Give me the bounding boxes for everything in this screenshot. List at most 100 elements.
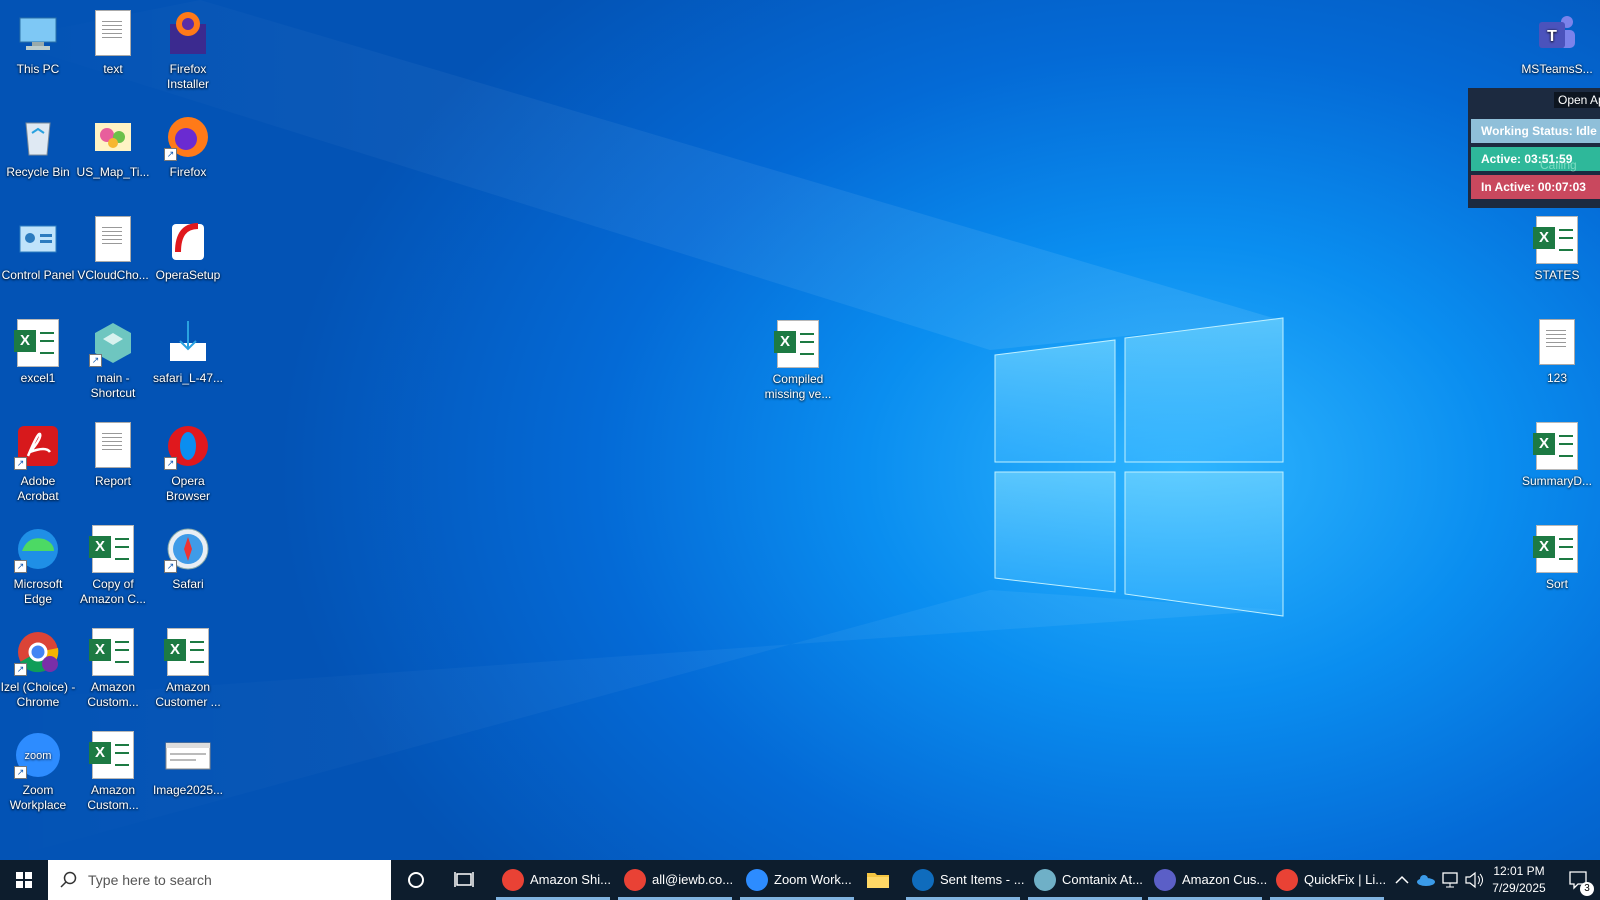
desktop-icon-izel-chrome[interactable]: ↗ Izel (Choice) - Chrome (0, 622, 76, 710)
desktop-icon-compiled-missing[interactable]: X Compiled missing ve... (760, 314, 836, 402)
desktop-icon-copy-of-amazon[interactable]: X Copy of Amazon C... (75, 519, 151, 607)
excel-file-icon: X (1533, 216, 1578, 264)
open-app-tooltip[interactable]: Open Ap (1554, 92, 1600, 108)
app-icon (1034, 869, 1056, 891)
taskbar-app-comtanix[interactable]: Comtanix At... (1028, 860, 1143, 900)
desktop-icon-excel1[interactable]: Xexcel1 (0, 313, 76, 386)
desktop-icon-report[interactable]: Report (75, 416, 151, 489)
icon-label: text (103, 62, 123, 76)
teams-icon: T (1539, 16, 1575, 48)
shortcut-arrow-icon: ↗ (89, 354, 102, 367)
desktop-icon-amazon-custom-1[interactable]: X Amazon Custom... (75, 622, 151, 710)
icon-label: main - Shortcut (90, 371, 136, 400)
onedrive-tray[interactable] (1414, 860, 1438, 900)
show-hidden-icons-button[interactable] (1390, 860, 1414, 900)
icon-label: SummaryD... (1521, 474, 1592, 488)
control-panel-icon (19, 225, 57, 253)
shortcut-arrow-icon: ↗ (14, 766, 27, 779)
app-label: QuickFix | Li... (1304, 872, 1387, 887)
clock[interactable]: 12:01 PM 7/29/2025 (1488, 860, 1550, 900)
desktop-icon-text[interactable]: text (75, 4, 151, 77)
firefox-installer-icon (170, 12, 206, 54)
icon-label: This PC (16, 62, 60, 76)
desktop-icon-sort[interactable]: X Sort (1519, 519, 1595, 592)
desktop-icon-file-123[interactable]: 123 (1519, 313, 1595, 386)
app-label: Sent Items - ... (940, 872, 1025, 887)
excel-file-icon: X (164, 628, 209, 676)
desktop-icon-safari-l[interactable]: safari_L-47... (150, 313, 226, 386)
volume-tray[interactable] (1462, 860, 1486, 900)
desktop-icon-amazon-custom-2[interactable]: X Amazon Custom... (75, 725, 151, 813)
chevron-up-icon (1395, 875, 1409, 884)
file-explorer-button[interactable] (858, 860, 898, 900)
icon-label: Sort (1545, 577, 1568, 591)
excel-file-icon: X (774, 320, 819, 368)
desktop-icon-us-map[interactable]: US_Map_Ti... (75, 107, 151, 180)
text-file-icon (1539, 319, 1575, 365)
desktop-icon-safari[interactable]: ↗ Safari (150, 519, 226, 592)
app-icon (624, 869, 646, 891)
icon-label: Amazon Customer ... (155, 680, 221, 709)
icon-label: Firefox Installer (166, 62, 210, 91)
desktop-icon-opera-browser[interactable]: ↗ Opera Browser (150, 416, 226, 504)
taskbar-app-sent-items[interactable]: Sent Items - ... (906, 860, 1025, 900)
network-monitor-icon (1442, 872, 1458, 888)
windows-logo-icon (16, 872, 32, 888)
excel-file-icon: X (89, 731, 134, 779)
desktop-icon-states[interactable]: X STATES (1519, 210, 1595, 283)
notification-icon (1569, 871, 1587, 890)
svg-text:T: T (1547, 28, 1557, 45)
desktop-icon-firefox-installer[interactable]: Firefox Installer (150, 4, 226, 92)
desktop-icon-vcloud[interactable]: VCloudCho... (75, 210, 151, 283)
taskbar-app-all-iewb[interactable]: all@iewb.co... (618, 860, 733, 900)
icon-label: Compiled missing ve... (764, 372, 832, 401)
taskbar-app-quickfix[interactable]: QuickFix | Li... (1270, 860, 1387, 900)
cortana-button[interactable] (392, 860, 440, 900)
network-tray[interactable] (1438, 860, 1462, 900)
desktop-icon-adobe-acrobat[interactable]: ↗ Adobe Acrobat (0, 416, 76, 504)
icon-label: Firefox (169, 165, 207, 179)
icon-label: OperaSetup (155, 268, 221, 282)
task-view-button[interactable] (440, 860, 488, 900)
desktop-icon-microsoft-edge[interactable]: ↗ Microsoft Edge (0, 519, 76, 607)
desktop-icon-control-panel[interactable]: Control Panel (0, 210, 76, 283)
app-icon (502, 869, 524, 891)
taskbar: Type here to search Amazon Shi... all@iew… (0, 860, 1600, 900)
working-status: Working Status: Idle (1471, 119, 1600, 143)
taskbar-search-box[interactable]: Type here to search (48, 860, 391, 900)
desktop-icon-recycle-bin[interactable]: Recycle Bin (0, 107, 76, 180)
text-file-icon (95, 422, 131, 468)
excel-file-icon: X (1533, 422, 1578, 470)
action-center-button[interactable]: 3 (1558, 860, 1600, 900)
icon-label: Image2025... (152, 783, 224, 797)
app-label: Amazon Shi... (530, 872, 611, 887)
icon-label: Amazon Custom... (87, 680, 139, 709)
desktop-icon-main-shortcut[interactable]: ↗ main - Shortcut (75, 313, 151, 401)
taskbar-app-amazon-shi[interactable]: Amazon Shi... (496, 860, 611, 900)
icon-label: Zoom Workplace (9, 783, 67, 812)
desktop-icon-msteams[interactable]: T MSTeamsS... (1519, 4, 1595, 77)
clock-time: 12:01 PM (1493, 864, 1545, 878)
desktop-icon-this-pc[interactable]: This PC (0, 4, 76, 77)
inactive-time: In Active: 00:07:03 (1471, 175, 1600, 199)
start-button[interactable] (0, 860, 48, 900)
icon-label: Microsoft Edge (13, 577, 63, 606)
desktop-icon-opera-setup[interactable]: OperaSetup (150, 210, 226, 283)
search-placeholder: Type here to search (88, 872, 212, 888)
desktop-icon-amazon-customer[interactable]: X Amazon Customer ... (150, 622, 226, 710)
icon-label: Adobe Acrobat (17, 474, 59, 503)
app-icon (912, 869, 934, 891)
status-widget: Open Ap Working Status: Idle Active: 03:… (1468, 88, 1600, 208)
desktop-icon-zoom-workplace[interactable]: zoom ↗ Zoom Workplace (0, 725, 76, 813)
desktop-icon-image2025[interactable]: Image2025... (150, 725, 226, 798)
shortcut-arrow-icon: ↗ (14, 457, 27, 470)
shortcut-arrow-icon: ↗ (164, 457, 177, 470)
windows-wallpaper (0, 0, 1284, 860)
desktop-icon-firefox[interactable]: ↗ Firefox (150, 107, 226, 180)
app-icon (1276, 869, 1298, 891)
icon-label: 123 (1546, 371, 1568, 385)
taskbar-app-amazon-cus[interactable]: Amazon Cus... (1148, 860, 1267, 900)
app-label: Comtanix At... (1062, 872, 1143, 887)
desktop-icon-summary[interactable]: X SummaryD... (1519, 416, 1595, 489)
taskbar-app-zoom-work[interactable]: Zoom Work... (740, 860, 854, 900)
